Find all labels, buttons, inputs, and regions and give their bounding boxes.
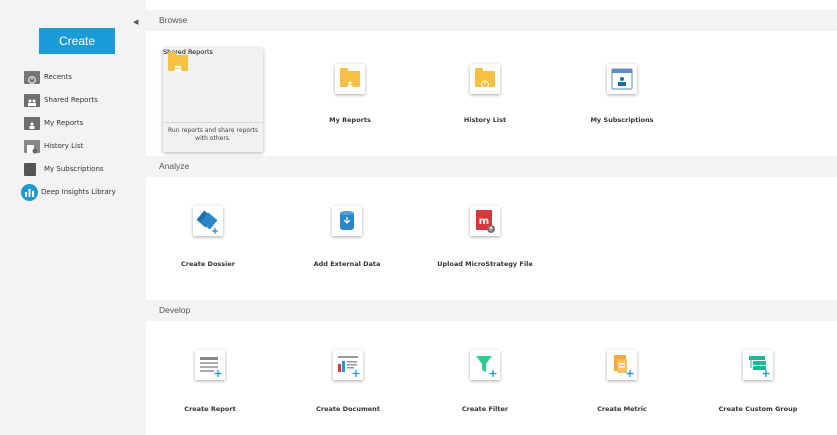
- create-metric-icon: [607, 350, 637, 380]
- upload-microstrategy-file-icon: m: [470, 206, 500, 236]
- tile-label: Upload MicroStrategy File: [437, 260, 533, 268]
- tile-description: Run reports and share reports with other…: [168, 127, 258, 142]
- create-filter-icon: [470, 350, 500, 380]
- tile-shared-reports[interactable]: Shared Reports Run reports and share rep…: [163, 48, 263, 152]
- tile-label: Create Metric: [597, 405, 647, 413]
- sidebar-item-label: Recents: [44, 73, 72, 81]
- my-reports-icon: [24, 116, 40, 130]
- sidebar-item-label: Shared Reports: [44, 96, 98, 104]
- sidebar-item-history-list[interactable]: History List: [24, 137, 83, 155]
- history-list-icon: [24, 139, 40, 153]
- recents-icon: [24, 70, 40, 84]
- my-subscriptions-icon: [24, 162, 36, 176]
- add-external-data-icon: [332, 206, 362, 236]
- deep-insights-library-icon: [21, 183, 38, 201]
- sidebar-item-my-subscriptions[interactable]: My Subscriptions: [24, 160, 104, 178]
- sidebar-item-label: Deep Insights Library: [41, 188, 116, 196]
- create-report-icon: [195, 350, 225, 380]
- tile-label: My Subscriptions: [590, 116, 654, 124]
- sidebar-item-shared-reports[interactable]: Shared Reports: [24, 91, 98, 109]
- tile-label: Create Dossier: [181, 260, 235, 268]
- tile-label: Add External Data: [313, 260, 381, 268]
- my-subscriptions-icon: [607, 64, 637, 94]
- create-document-icon: [333, 350, 363, 380]
- sidebar-item-label: My Reports: [44, 119, 84, 127]
- sidebar: ◀ Create Recents Shared Reports My Repor…: [0, 0, 146, 435]
- history-list-folder-icon: [470, 64, 500, 94]
- tile-label: Create Custom Group: [718, 405, 798, 413]
- sidebar-item-recents[interactable]: Recents: [24, 68, 72, 86]
- section-header-analyze: Analyze: [146, 156, 837, 177]
- create-custom-group-icon: [743, 350, 773, 380]
- shared-reports-icon: [24, 93, 40, 107]
- create-button[interactable]: Create: [39, 28, 115, 54]
- tile-label: History List: [463, 116, 507, 124]
- tile-label: Create Filter: [461, 405, 509, 413]
- tile-label: Create Document: [316, 405, 380, 413]
- sidebar-item-label: History List: [44, 142, 84, 150]
- my-reports-folder-icon: [335, 64, 365, 94]
- tile-label: Create Report: [184, 405, 236, 413]
- svg-text:m: m: [479, 216, 489, 227]
- tile-label: My Reports: [329, 116, 371, 124]
- create-dossier-icon: [193, 206, 223, 236]
- sidebar-item-deep-insights-library[interactable]: Deep Insights Library: [21, 183, 116, 201]
- collapse-sidebar-icon[interactable]: ◀: [133, 18, 138, 26]
- sidebar-item-my-reports[interactable]: My Reports: [24, 114, 83, 132]
- section-header-browse: Browse: [146, 10, 837, 31]
- section-header-develop: Develop: [146, 300, 837, 321]
- sidebar-item-label: My Subscriptions: [44, 165, 104, 173]
